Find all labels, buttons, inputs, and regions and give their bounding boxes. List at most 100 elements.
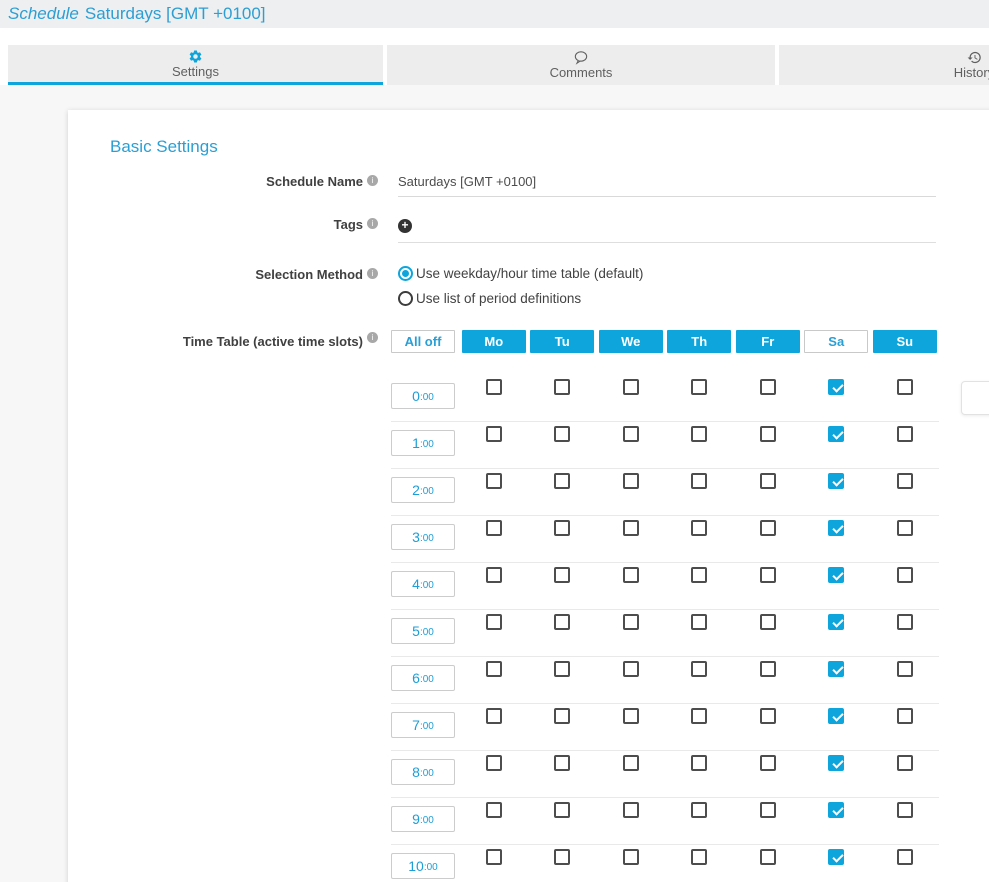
timeslot-checkbox-fr-4:00[interactable] (760, 567, 776, 583)
hour-button-10:00[interactable]: 10:00 (391, 853, 455, 879)
info-icon[interactable] (367, 332, 378, 343)
day-button-sa[interactable]: Sa (804, 330, 868, 353)
timeslot-checkbox-we-9:00[interactable] (623, 802, 639, 818)
timeslot-checkbox-tu-10:00[interactable] (554, 849, 570, 865)
tab-settings[interactable]: Settings (8, 45, 383, 85)
timeslot-checkbox-mo-8:00[interactable] (486, 755, 502, 771)
tab-history[interactable]: History (779, 45, 989, 85)
timeslot-checkbox-we-10:00[interactable] (623, 849, 639, 865)
hour-button-0:00[interactable]: 0:00 (391, 383, 455, 409)
timeslot-checkbox-sa-0:00[interactable] (828, 379, 844, 395)
timeslot-checkbox-tu-9:00[interactable] (554, 802, 570, 818)
timeslot-checkbox-mo-4:00[interactable] (486, 567, 502, 583)
timeslot-checkbox-th-10:00[interactable] (691, 849, 707, 865)
timeslot-checkbox-th-5:00[interactable] (691, 614, 707, 630)
tags-input-area[interactable] (398, 216, 936, 243)
timeslot-checkbox-su-0:00[interactable] (897, 379, 913, 395)
timeslot-checkbox-tu-3:00[interactable] (554, 520, 570, 536)
timeslot-checkbox-fr-3:00[interactable] (760, 520, 776, 536)
all-off-button[interactable]: All off (391, 330, 455, 353)
timeslot-checkbox-we-8:00[interactable] (623, 755, 639, 771)
timeslot-checkbox-mo-0:00[interactable] (486, 379, 502, 395)
timeslot-checkbox-we-7:00[interactable] (623, 708, 639, 724)
hour-button-3:00[interactable]: 3:00 (391, 524, 455, 550)
timeslot-checkbox-we-0:00[interactable] (623, 379, 639, 395)
timeslot-checkbox-tu-5:00[interactable] (554, 614, 570, 630)
timeslot-checkbox-su-6:00[interactable] (897, 661, 913, 677)
timeslot-checkbox-mo-7:00[interactable] (486, 708, 502, 724)
timeslot-checkbox-th-4:00[interactable] (691, 567, 707, 583)
timeslot-checkbox-su-2:00[interactable] (897, 473, 913, 489)
timeslot-checkbox-tu-1:00[interactable] (554, 426, 570, 442)
timeslot-checkbox-sa-7:00[interactable] (828, 708, 844, 724)
timeslot-checkbox-fr-5:00[interactable] (760, 614, 776, 630)
hour-button-4:00[interactable]: 4:00 (391, 571, 455, 597)
radio-option-periods[interactable]: Use list of period definitions (398, 291, 643, 306)
timeslot-checkbox-tu-6:00[interactable] (554, 661, 570, 677)
timeslot-checkbox-mo-3:00[interactable] (486, 520, 502, 536)
timeslot-checkbox-we-3:00[interactable] (623, 520, 639, 536)
timeslot-checkbox-fr-2:00[interactable] (760, 473, 776, 489)
timeslot-checkbox-th-1:00[interactable] (691, 426, 707, 442)
timeslot-checkbox-fr-0:00[interactable] (760, 379, 776, 395)
timeslot-checkbox-mo-6:00[interactable] (486, 661, 502, 677)
timeslot-checkbox-su-3:00[interactable] (897, 520, 913, 536)
radio-option-timetable[interactable]: Use weekday/hour time table (default) (398, 266, 643, 281)
timeslot-checkbox-sa-6:00[interactable] (828, 661, 844, 677)
timeslot-checkbox-mo-5:00[interactable] (486, 614, 502, 630)
timeslot-checkbox-sa-4:00[interactable] (828, 567, 844, 583)
timeslot-checkbox-we-2:00[interactable] (623, 473, 639, 489)
timeslot-checkbox-th-0:00[interactable] (691, 379, 707, 395)
timeslot-checkbox-we-1:00[interactable] (623, 426, 639, 442)
timeslot-checkbox-fr-7:00[interactable] (760, 708, 776, 724)
timeslot-checkbox-sa-1:00[interactable] (828, 426, 844, 442)
hour-button-5:00[interactable]: 5:00 (391, 618, 455, 644)
timeslot-checkbox-fr-9:00[interactable] (760, 802, 776, 818)
hour-button-2:00[interactable]: 2:00 (391, 477, 455, 503)
add-tag-icon[interactable] (398, 219, 412, 233)
timeslot-checkbox-su-4:00[interactable] (897, 567, 913, 583)
tab-comments[interactable]: Comments (387, 45, 775, 85)
timeslot-checkbox-fr-6:00[interactable] (760, 661, 776, 677)
timeslot-checkbox-fr-1:00[interactable] (760, 426, 776, 442)
radio-unselected-icon[interactable] (398, 291, 413, 306)
timeslot-checkbox-th-9:00[interactable] (691, 802, 707, 818)
day-button-we[interactable]: We (599, 330, 663, 353)
timeslot-checkbox-mo-1:00[interactable] (486, 426, 502, 442)
timeslot-checkbox-fr-8:00[interactable] (760, 755, 776, 771)
timeslot-checkbox-su-7:00[interactable] (897, 708, 913, 724)
day-button-su[interactable]: Su (873, 330, 937, 353)
timeslot-checkbox-th-2:00[interactable] (691, 473, 707, 489)
timeslot-checkbox-su-8:00[interactable] (897, 755, 913, 771)
timeslot-checkbox-tu-0:00[interactable] (554, 379, 570, 395)
radio-selected-icon[interactable] (398, 266, 413, 281)
timeslot-checkbox-sa-2:00[interactable] (828, 473, 844, 489)
timeslot-checkbox-we-5:00[interactable] (623, 614, 639, 630)
timeslot-checkbox-su-9:00[interactable] (897, 802, 913, 818)
day-button-fr[interactable]: Fr (736, 330, 800, 353)
hour-button-1:00[interactable]: 1:00 (391, 430, 455, 456)
timeslot-checkbox-th-7:00[interactable] (691, 708, 707, 724)
timeslot-checkbox-th-8:00[interactable] (691, 755, 707, 771)
timeslot-checkbox-su-1:00[interactable] (897, 426, 913, 442)
side-flyout-handle[interactable] (961, 381, 989, 415)
timeslot-checkbox-sa-10:00[interactable] (828, 849, 844, 865)
info-icon[interactable] (367, 268, 378, 279)
info-icon[interactable] (367, 218, 378, 229)
timeslot-checkbox-th-6:00[interactable] (691, 661, 707, 677)
timeslot-checkbox-we-6:00[interactable] (623, 661, 639, 677)
schedule-name-input[interactable] (398, 173, 936, 197)
hour-button-6:00[interactable]: 6:00 (391, 665, 455, 691)
timeslot-checkbox-sa-9:00[interactable] (828, 802, 844, 818)
timeslot-checkbox-mo-9:00[interactable] (486, 802, 502, 818)
day-button-th[interactable]: Th (667, 330, 731, 353)
timeslot-checkbox-sa-8:00[interactable] (828, 755, 844, 771)
timeslot-checkbox-we-4:00[interactable] (623, 567, 639, 583)
timeslot-checkbox-su-5:00[interactable] (897, 614, 913, 630)
timeslot-checkbox-th-3:00[interactable] (691, 520, 707, 536)
timeslot-checkbox-fr-10:00[interactable] (760, 849, 776, 865)
info-icon[interactable] (367, 175, 378, 186)
timeslot-checkbox-tu-7:00[interactable] (554, 708, 570, 724)
timeslot-checkbox-mo-2:00[interactable] (486, 473, 502, 489)
timeslot-checkbox-sa-5:00[interactable] (828, 614, 844, 630)
